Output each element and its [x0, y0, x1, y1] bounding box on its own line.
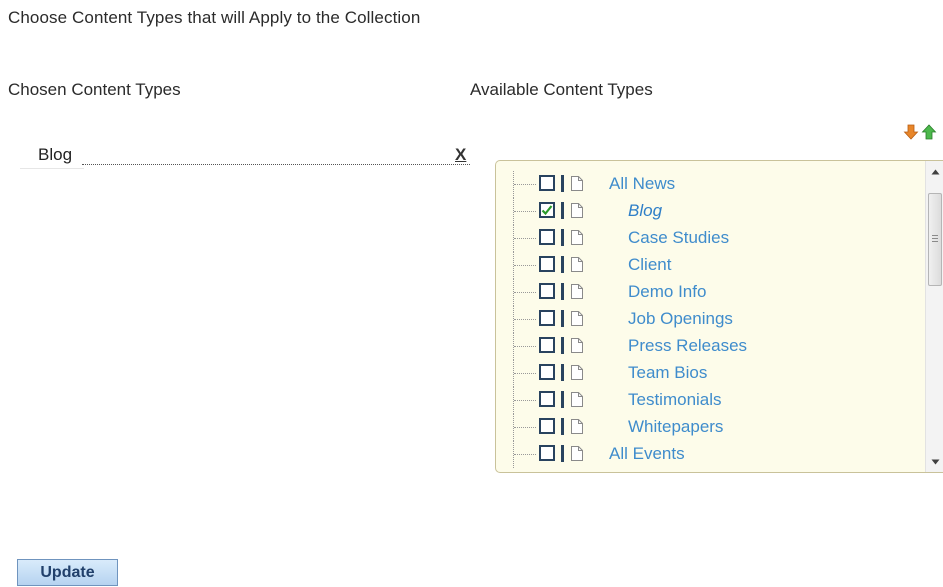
scroll-up-button[interactable]: [926, 163, 943, 180]
scrollbar-grip-icon: [932, 235, 938, 244]
tree-separator-bar: [561, 337, 564, 354]
tree-item-label[interactable]: Job Openings: [628, 309, 733, 329]
tree-item-checkbox[interactable]: [539, 418, 555, 434]
tree-item-label[interactable]: Press Releases: [628, 336, 747, 356]
tree-separator-bar: [561, 175, 564, 192]
available-content-types-tree: All News Blog Case Studies Client Demo Info J…: [495, 160, 943, 473]
tree-item-label[interactable]: Demo Info: [628, 282, 706, 302]
tree-item-checkbox[interactable]: [539, 202, 555, 218]
tree-item-label[interactable]: Whitepapers: [628, 417, 723, 437]
tree-separator-bar: [561, 445, 564, 462]
document-icon: [571, 257, 583, 272]
tree-separator-bar: [561, 256, 564, 273]
chosen-content-types-heading: Chosen Content Types: [8, 80, 181, 99]
tree-item-label[interactable]: Blog: [628, 201, 662, 221]
tree-item-label[interactable]: All News: [609, 174, 675, 194]
tree-item-checkbox[interactable]: [539, 337, 555, 353]
tree-item-checkbox[interactable]: [539, 364, 555, 380]
tree-separator-bar: [561, 418, 564, 435]
scroll-down-arrow-icon: [931, 459, 940, 464]
tree-item[interactable]: Case Studies: [496, 225, 916, 252]
check-mark-icon: [541, 205, 553, 216]
tree-item-label[interactable]: Client: [628, 255, 671, 275]
tree-item-label[interactable]: Case Studies: [628, 228, 729, 248]
tree-list: All News Blog Case Studies Client Demo Info J…: [496, 171, 916, 468]
tree-separator-bar: [561, 310, 564, 327]
row-divider: [20, 168, 84, 169]
tree-item[interactable]: Job Openings: [496, 306, 916, 333]
document-icon: [571, 338, 583, 353]
tree-branch-line: [514, 400, 536, 401]
dotted-leader: [82, 164, 470, 165]
scrollbar-thumb[interactable]: [928, 193, 942, 286]
tree-item-label[interactable]: Team Bios: [628, 363, 707, 383]
sort-arrows: [903, 124, 937, 140]
tree-branch-line: [514, 454, 536, 455]
tree-item[interactable]: Testimonials: [496, 387, 916, 414]
document-icon: [571, 392, 583, 407]
document-icon: [571, 446, 583, 461]
available-content-types-heading: Available Content Types: [470, 80, 653, 99]
document-icon: [571, 176, 583, 191]
vertical-scrollbar[interactable]: [925, 161, 943, 472]
tree-item[interactable]: All Events: [496, 441, 916, 468]
tree-separator-bar: [561, 391, 564, 408]
tree-branch-line: [514, 346, 536, 347]
document-icon: [571, 365, 583, 380]
document-icon: [571, 203, 583, 218]
document-icon: [571, 230, 583, 245]
document-icon: [571, 311, 583, 326]
remove-chosen-item-button[interactable]: X: [455, 145, 466, 165]
tree-separator-bar: [561, 229, 564, 246]
tree-item[interactable]: Blog: [496, 198, 916, 225]
tree-item-checkbox[interactable]: [539, 391, 555, 407]
tree-item[interactable]: Client: [496, 252, 916, 279]
document-icon: [571, 284, 583, 299]
chosen-item-row: Blog X: [20, 144, 472, 170]
tree-item-checkbox[interactable]: [539, 445, 555, 461]
tree-item-label[interactable]: Testimonials: [628, 390, 722, 410]
tree-item-checkbox[interactable]: [539, 310, 555, 326]
tree-item[interactable]: Team Bios: [496, 360, 916, 387]
tree-item-checkbox[interactable]: [539, 283, 555, 299]
tree-item-checkbox[interactable]: [539, 175, 555, 191]
page-title: Choose Content Types that will Apply to …: [8, 8, 421, 27]
tree-item-label[interactable]: All Events: [609, 444, 685, 464]
tree-branch-line: [514, 211, 536, 212]
tree-item[interactable]: All News: [496, 171, 916, 198]
tree-branch-line: [514, 319, 536, 320]
scroll-down-button[interactable]: [926, 453, 943, 470]
move-up-arrow-icon[interactable]: [921, 124, 937, 140]
tree-item-checkbox[interactable]: [539, 256, 555, 272]
document-icon: [571, 419, 583, 434]
tree-branch-line: [514, 427, 536, 428]
page: Choose Content Types that will Apply to …: [0, 0, 943, 587]
tree-branch-line: [514, 265, 536, 266]
tree-branch-line: [514, 184, 536, 185]
move-down-arrow-icon[interactable]: [903, 124, 919, 140]
tree-branch-line: [514, 238, 536, 239]
update-button[interactable]: Update: [17, 559, 118, 586]
scroll-up-arrow-icon: [931, 169, 940, 174]
tree-separator-bar: [561, 364, 564, 381]
tree-item-checkbox[interactable]: [539, 229, 555, 245]
chosen-item-label: Blog: [38, 145, 73, 164]
tree-item[interactable]: Whitepapers: [496, 414, 916, 441]
tree-separator-bar: [561, 283, 564, 300]
tree-item[interactable]: Demo Info: [496, 279, 916, 306]
tree-branch-line: [514, 292, 536, 293]
tree-separator-bar: [561, 202, 564, 219]
tree-branch-line: [514, 373, 536, 374]
tree-item[interactable]: Press Releases: [496, 333, 916, 360]
